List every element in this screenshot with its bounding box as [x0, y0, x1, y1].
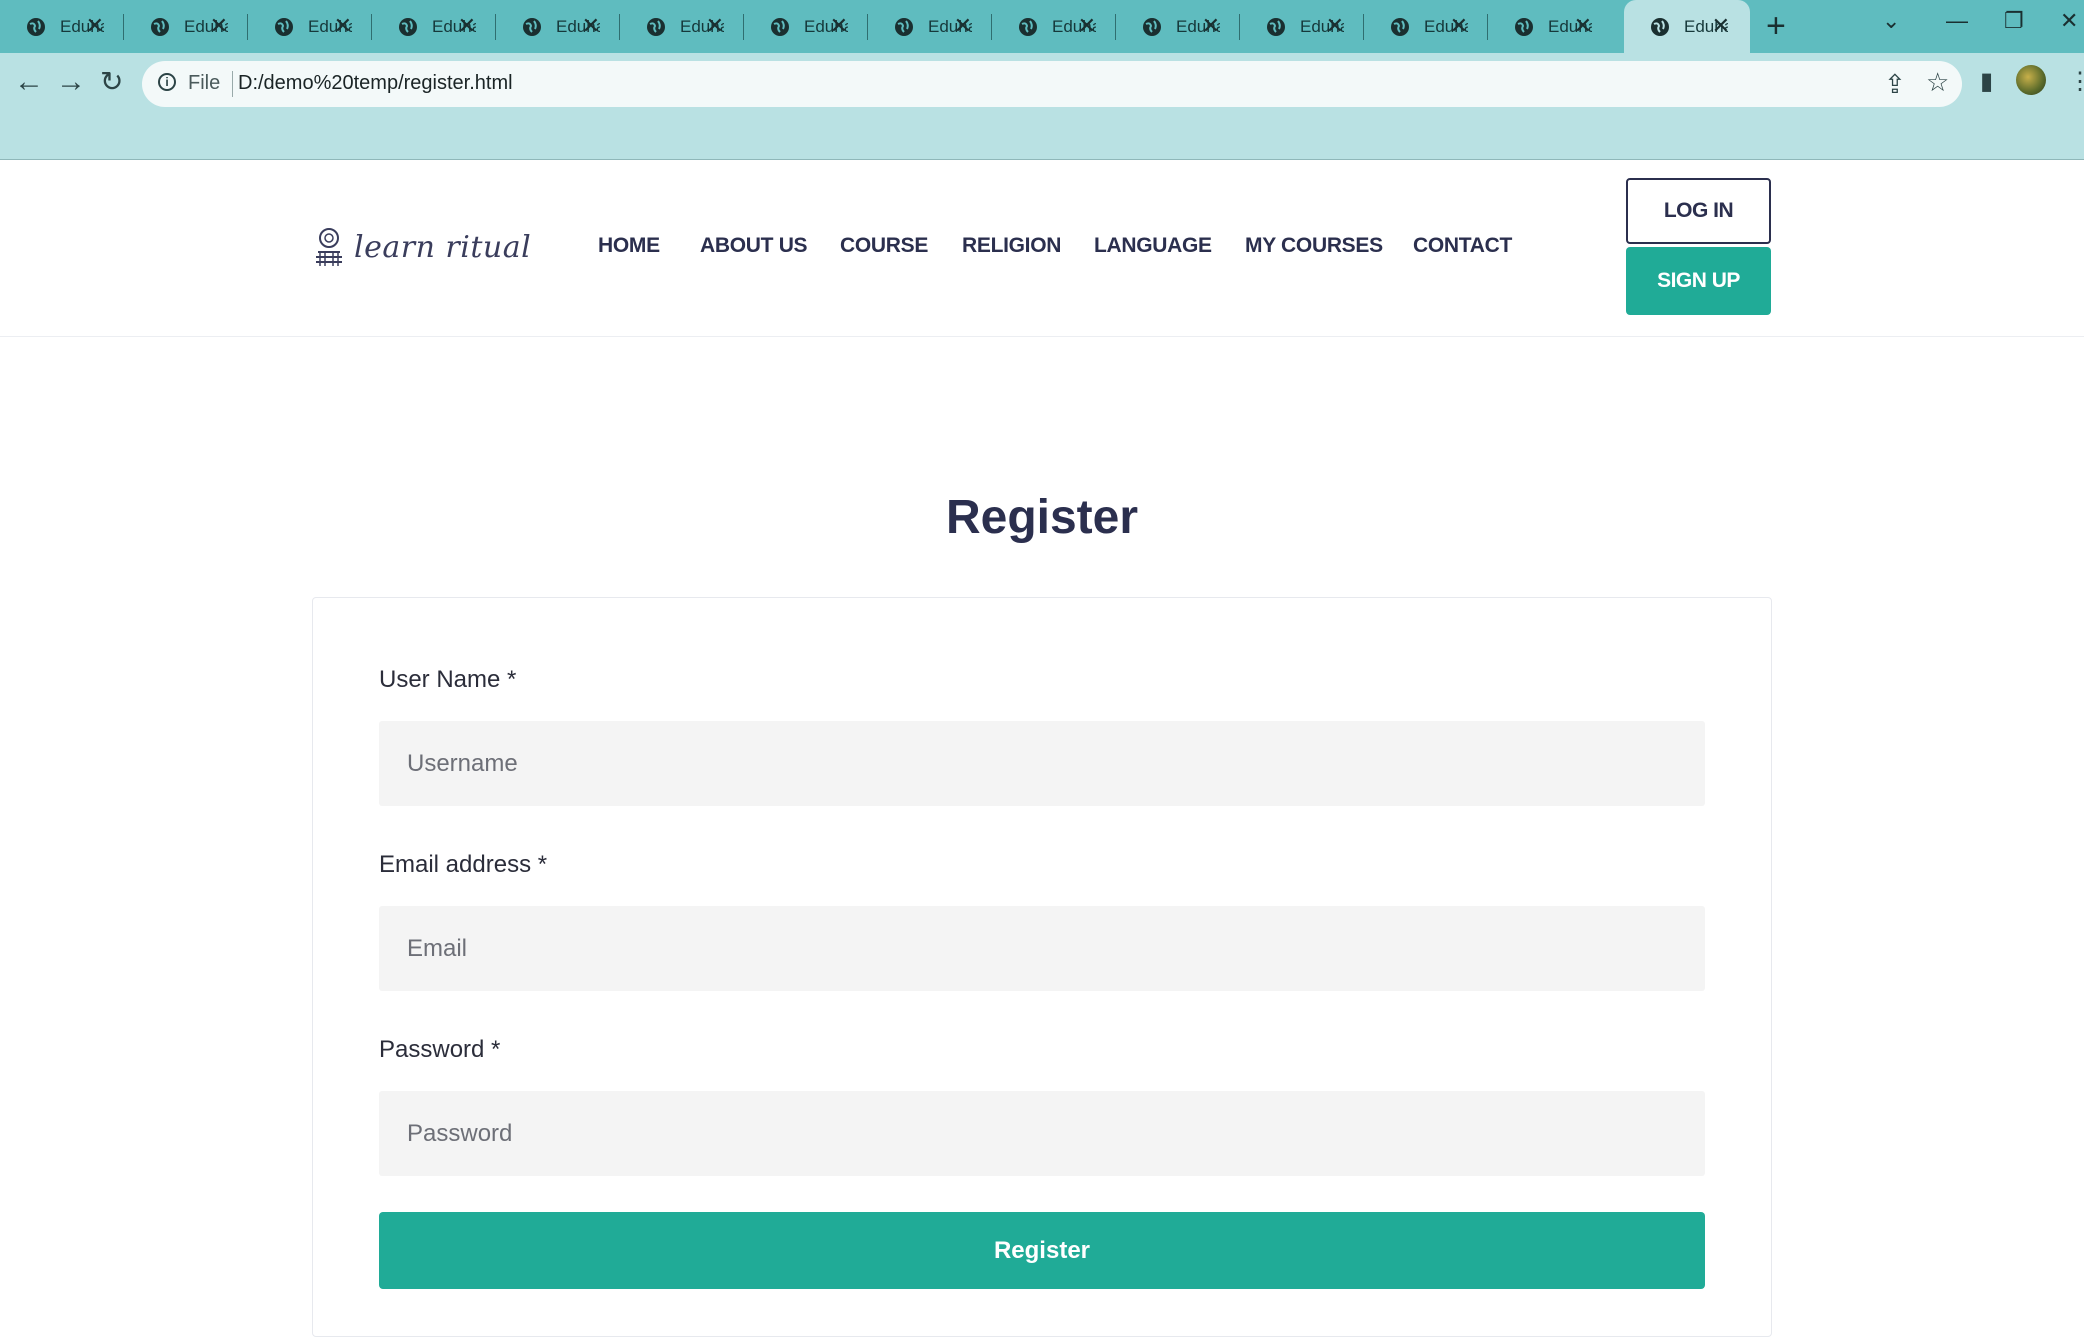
globe-icon	[1391, 17, 1409, 36]
arrow-right-icon[interactable]: →	[56, 65, 86, 99]
globe-icon	[1651, 17, 1669, 36]
close-icon[interactable]: ✕	[210, 15, 228, 37]
signup-button[interactable]: SIGN UP	[1626, 247, 1771, 315]
close-icon[interactable]: ✕	[954, 15, 972, 37]
browser-tab-active[interactable]: Eduha ✕	[1624, 0, 1750, 53]
minimize-icon[interactable]: —	[1946, 8, 1968, 34]
address-bar[interactable]: i File D:/demo%20temp/register.html ⇪ ☆	[142, 61, 1962, 107]
restore-icon[interactable]: ❐	[2004, 8, 2024, 34]
close-icon[interactable]: ✕	[334, 15, 352, 37]
close-icon[interactable]: ✕	[1450, 15, 1468, 37]
browser-tab[interactable]: Eduha ✕	[744, 0, 868, 53]
globe-icon	[1515, 17, 1533, 36]
globe-icon	[1267, 17, 1285, 36]
password-label: Password *	[379, 1036, 501, 1063]
share-icon[interactable]: ⇪	[1884, 69, 1906, 100]
browser-tab[interactable]: Eduha ✕	[868, 0, 992, 53]
globe-icon	[399, 17, 417, 36]
site-logo[interactable]: learn ritual	[312, 226, 531, 268]
nav-contact[interactable]: CONTACT	[1413, 234, 1512, 258]
browser-tab[interactable]: Eduha ✕	[1240, 0, 1364, 53]
close-icon[interactable]: ✕	[1712, 15, 1730, 37]
close-icon[interactable]: ✕	[1574, 15, 1592, 37]
logo-mark-icon	[316, 228, 342, 266]
address-scheme-label: File	[188, 72, 221, 94]
browser-tab[interactable]: Eduha ✕	[496, 0, 620, 53]
new-tab-button[interactable]: +	[1766, 8, 1786, 44]
close-icon[interactable]: ✕	[458, 15, 476, 37]
browser-tab[interactable]: Eduha ✕	[1488, 0, 1612, 53]
close-icon[interactable]: ✕	[706, 15, 724, 37]
login-button[interactable]: LOG IN	[1626, 178, 1771, 244]
nav-religion[interactable]: RELIGION	[962, 234, 1061, 258]
browser-tab[interactable]: Eduha ✕	[124, 0, 248, 53]
reload-icon[interactable]: ↻	[100, 65, 123, 98]
register-button[interactable]: Register	[379, 1212, 1705, 1289]
nav-course[interactable]: COURSE	[840, 234, 928, 258]
tab-search-icon[interactable]: ⌄	[1882, 8, 1900, 34]
browser-tab[interactable]: Eduha ✕	[620, 0, 744, 53]
nav-my-courses[interactable]: MY COURSES	[1245, 234, 1383, 258]
nav-about-us[interactable]: ABOUT US	[700, 234, 808, 258]
browser-tab[interactable]: Eduha ✕	[248, 0, 372, 53]
globe-icon	[27, 17, 45, 36]
globe-icon	[895, 17, 913, 36]
page-title: Register	[945, 491, 1139, 544]
globe-icon	[647, 17, 665, 36]
close-icon[interactable]: ✕	[1202, 15, 1220, 37]
avatar[interactable]	[2016, 65, 2046, 95]
password-input[interactable]	[379, 1091, 1705, 1176]
close-icon[interactable]: ✕	[582, 15, 600, 37]
globe-icon	[771, 17, 789, 36]
register-form: User Name * Email address * Password * R…	[312, 597, 1772, 1337]
username-label: User Name *	[379, 666, 517, 693]
browser-tab[interactable]: Eduha ✕	[1116, 0, 1240, 53]
browser-tab[interactable]: Eduha ✕	[0, 0, 124, 53]
logo-text: learn ritual	[354, 229, 532, 265]
globe-icon	[151, 17, 169, 36]
address-url[interactable]: D:/demo%20temp/register.html	[238, 72, 513, 95]
close-icon[interactable]: ✕	[86, 15, 104, 37]
email-label: Email address *	[379, 851, 548, 878]
site-header: learn ritual HOME ABOUT US COURSE RELIGI…	[0, 160, 2084, 337]
kebab-menu-icon[interactable]: ⋮	[2068, 67, 2084, 96]
nav-home[interactable]: HOME	[598, 234, 660, 258]
arrow-left-icon[interactable]: ←	[14, 65, 44, 99]
email-input[interactable]	[379, 906, 1705, 991]
star-icon[interactable]: ☆	[1926, 67, 1949, 98]
browser-tab-strip: Eduha ✕ Eduha ✕ Eduha ✕ Eduha ✕ Eduha ✕ …	[0, 0, 2084, 53]
nav-language[interactable]: LANGUAGE	[1094, 234, 1212, 258]
globe-icon	[1019, 17, 1037, 36]
info-icon[interactable]: i	[158, 73, 176, 91]
close-icon[interactable]: ✕	[1078, 15, 1096, 37]
browser-toolbar: ← → ↻ i File D:/demo%20temp/register.htm…	[0, 53, 2084, 160]
globe-icon	[275, 17, 293, 36]
browser-tab[interactable]: Eduha ✕	[372, 0, 496, 53]
close-icon[interactable]: ✕	[1326, 15, 1344, 37]
browser-tab[interactable]: Eduha ✕	[1364, 0, 1488, 53]
browser-tab[interactable]: Eduha ✕	[992, 0, 1116, 53]
globe-icon	[1143, 17, 1161, 36]
globe-icon	[523, 17, 541, 36]
username-input[interactable]	[379, 721, 1705, 806]
side-panel-icon[interactable]: ▮	[1980, 67, 1993, 96]
close-icon[interactable]: ✕	[830, 15, 848, 37]
close-window-icon[interactable]: ✕	[2060, 8, 2078, 34]
